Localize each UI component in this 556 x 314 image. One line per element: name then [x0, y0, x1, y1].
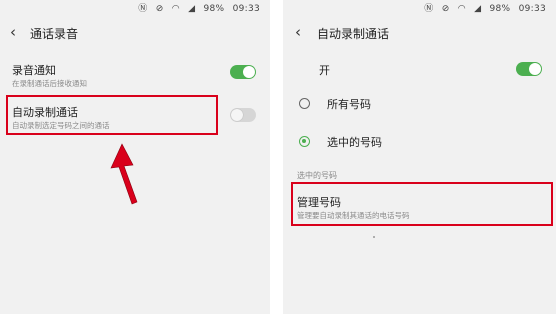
wifi-icon: ◠ — [457, 4, 466, 14]
status-bar: Ⓝ ⊘ ◠ ◢ 98% 09:33 — [283, 0, 556, 18]
setting-subtitle: 在录制通话后接收通知 — [12, 79, 87, 88]
clock: 09:33 — [518, 4, 546, 14]
right-screen: Ⓝ ⊘ ◠ ◢ 98% 09:33 ‹ 自动录制通话 开 所有号码 选中的号码 … — [283, 0, 556, 314]
battery-level: 98% — [203, 4, 225, 14]
option-selected-numbers[interactable]: 选中的号码 — [283, 130, 556, 154]
auto-record-toggle[interactable] — [230, 108, 256, 122]
nfc-icon: Ⓝ — [138, 4, 148, 14]
master-switch-label: 开 — [319, 64, 330, 77]
mute-icon: ⊘ — [441, 4, 450, 14]
recording-notification-toggle[interactable] — [230, 65, 256, 79]
back-arrow-icon[interactable]: ‹ — [295, 23, 301, 41]
nfc-icon: Ⓝ — [424, 4, 434, 14]
master-switch-row[interactable]: 开 — [283, 58, 556, 82]
highlight-box — [291, 182, 553, 226]
arrow-annotation — [110, 143, 138, 205]
master-switch-toggle[interactable] — [516, 62, 542, 76]
clock: 09:33 — [232, 4, 260, 14]
option-all-numbers[interactable]: 所有号码 — [283, 94, 556, 118]
setting-recording-notification[interactable]: 录音通知 在录制通话后接收通知 — [0, 58, 270, 92]
signal-icon: ◢ — [474, 4, 482, 14]
app-header: ‹ 自动录制通话 — [283, 20, 556, 46]
signal-icon: ◢ — [188, 4, 196, 14]
status-bar: Ⓝ ⊘ ◠ ◢ 98% 09:33 — [0, 0, 270, 18]
battery-level: 98% — [489, 4, 511, 14]
mute-icon: ⊘ — [155, 4, 164, 14]
setting-label: 录音通知 — [12, 64, 56, 77]
option-label: 选中的号码 — [327, 136, 382, 149]
page-title: 自动录制通话 — [317, 27, 390, 41]
left-screen: Ⓝ ⊘ ◠ ◢ 98% 09:33 ‹ 通话录音 录音通知 在录制通话后接收通知… — [0, 0, 270, 314]
radio-button-selected[interactable] — [299, 136, 310, 147]
option-label: 所有号码 — [327, 98, 371, 111]
divider — [270, 0, 283, 314]
app-header: ‹ 通话录音 — [0, 20, 270, 46]
radio-button[interactable] — [299, 98, 310, 109]
section-header: 选中的号码 — [297, 171, 337, 180]
back-arrow-icon[interactable]: ‹ — [10, 23, 16, 41]
wifi-icon: ◠ — [171, 4, 180, 14]
page-title: 通话录音 — [30, 27, 79, 41]
dot — [373, 236, 375, 238]
highlight-box — [6, 95, 218, 135]
